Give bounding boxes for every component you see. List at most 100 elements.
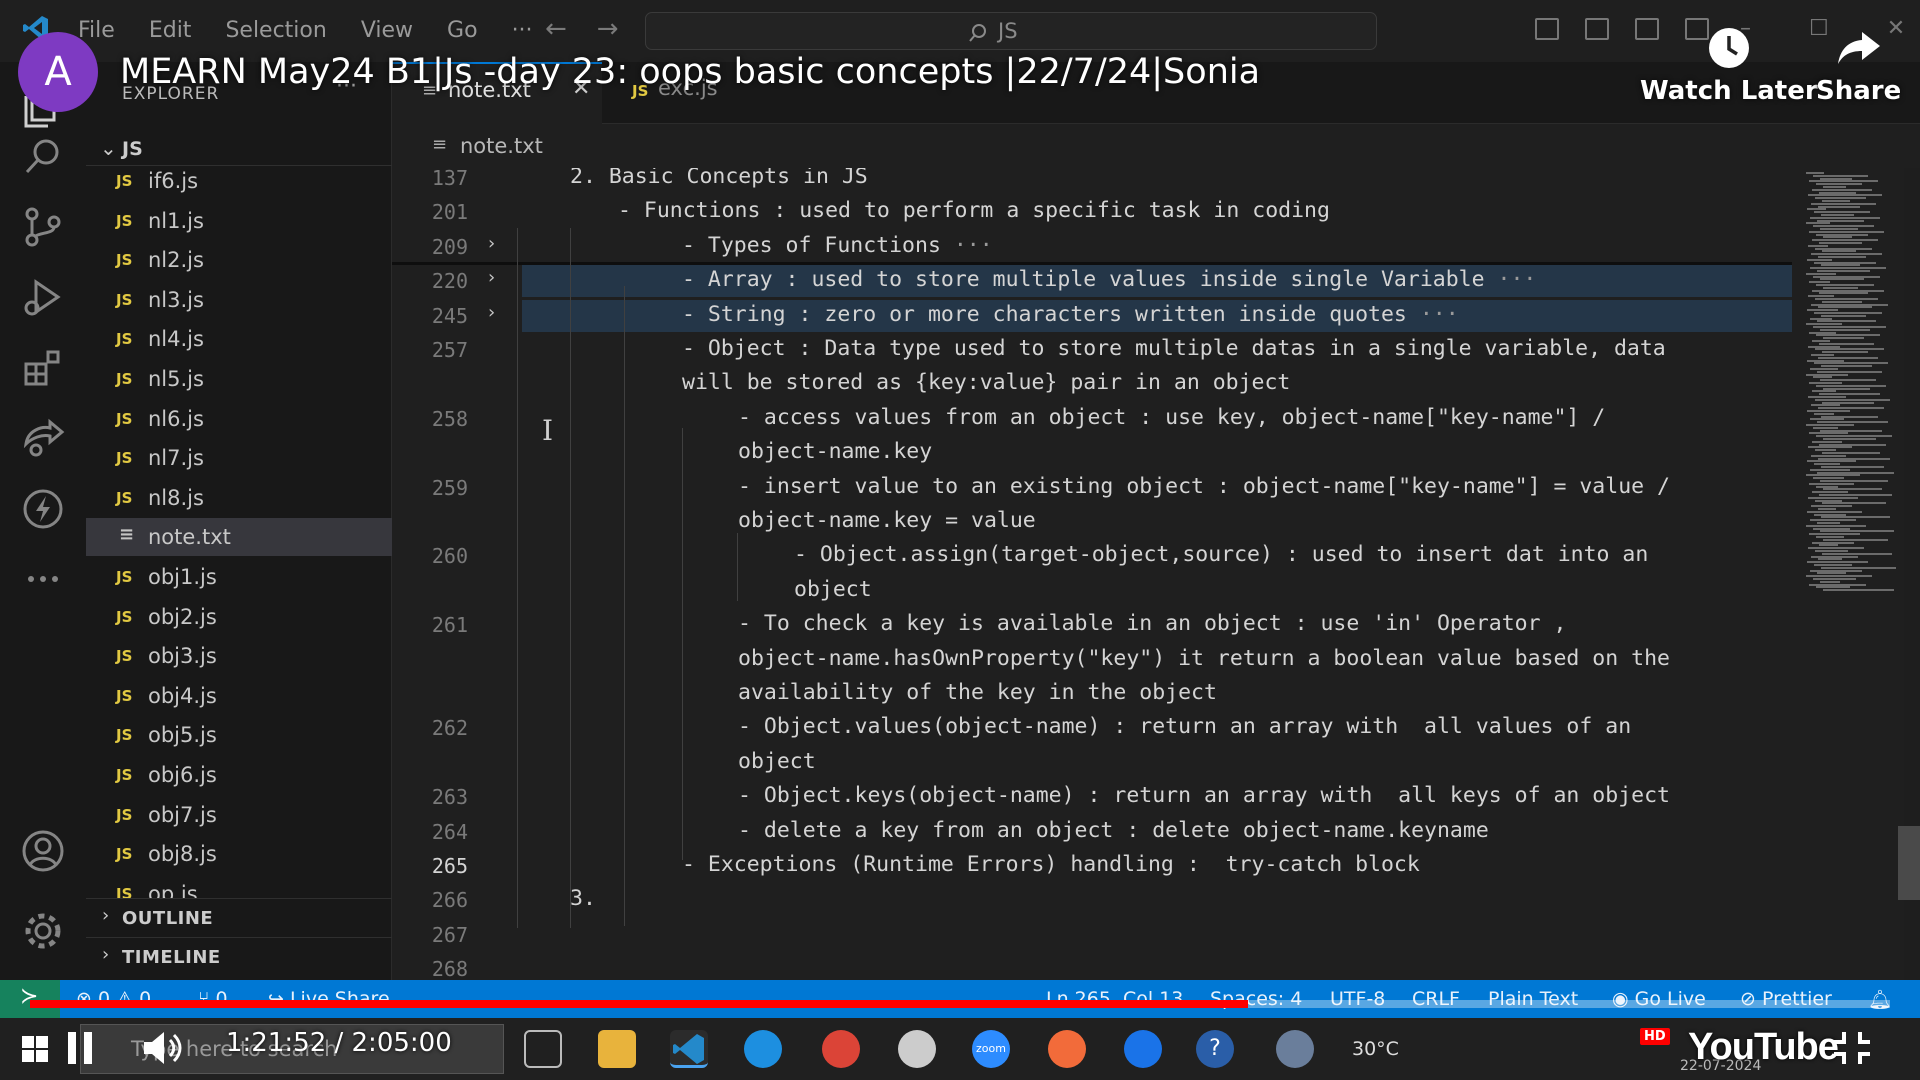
code-line[interactable]: 137 2. Basic Concepts in JS [392,168,1792,192]
run-debug-icon[interactable] [20,274,66,320]
code-line[interactable]: 265 - Exceptions (Runtime Errors) handlin… [392,852,1792,880]
folded-ellipsis[interactable]: ··· [954,233,993,258]
toggle-sidebar-icon[interactable] [1535,18,1559,40]
fullscreen-exit-icon[interactable] [1832,1030,1872,1066]
file-item[interactable]: JS nl1.js [86,202,392,240]
help-icon[interactable]: ? [1196,1030,1234,1068]
extensions-icon[interactable] [20,344,66,390]
pause-icon[interactable] [66,1030,96,1066]
zoom-icon[interactable]: zoom [972,1030,1010,1068]
menu-go[interactable]: Go [447,18,478,43]
file-item[interactable]: JS obj7.js [86,796,392,834]
file-item[interactable]: JS obj8.js [86,835,392,873]
code-line[interactable]: 201 - Functions : used to perform a speci… [392,198,1792,226]
windows-start-icon[interactable] [22,1036,48,1062]
file-item[interactable]: JS nl3.js [86,281,392,319]
vscode-taskbar-icon[interactable] [670,1030,708,1068]
file-item[interactable]: JS obj3.js [86,637,392,675]
fold-chevron-icon[interactable]: › [486,267,497,288]
video-title[interactable]: MEARN May24 B1|Js -day 23: oops basic co… [120,52,1260,92]
drawing-app-icon[interactable] [1048,1030,1086,1068]
file-item[interactable]: JS nl2.js [86,241,392,279]
file-item[interactable]: JS obj1.js [86,558,392,596]
file-item[interactable]: JS obj6.js [86,756,392,794]
file-item[interactable]: JS nl4.js [86,320,392,358]
breadcrumb-file[interactable]: note.txt [460,134,543,158]
app-shield-icon[interactable] [898,1030,936,1068]
code-line[interactable]: 266 3. [392,886,1792,914]
toggle-panel-icon[interactable] [1585,18,1609,40]
lightning-icon[interactable] [20,486,66,532]
edge-browser-icon[interactable] [744,1030,782,1068]
file-item[interactable]: JS nl5.js [86,360,392,398]
video-progress-bar[interactable] [30,1000,1890,1008]
minimap-line [1816,536,1844,538]
code-line[interactable]: 263 - Object.keys(object-name) : return a… [392,783,1792,811]
code-line[interactable]: availability of the key in the object [392,680,1792,708]
live-share-icon[interactable] [20,414,66,460]
code-line[interactable]: 259 - insert value to an existing object … [392,474,1792,502]
outline-section[interactable]: › OUTLINE [86,898,392,936]
settings-gear-icon[interactable] [20,908,66,954]
file-item[interactable]: JS obj5.js [86,716,392,754]
file-item[interactable]: JS nl6.js [86,400,392,438]
fold-chevron-icon[interactable]: › [486,233,497,254]
fold-chevron-icon[interactable]: › [486,302,497,323]
file-item[interactable]: JS obj2.js [86,598,392,636]
code-line[interactable]: object-name.key = value [392,508,1792,536]
menu-more[interactable]: ··· [512,18,533,43]
code-line[interactable]: 268 [392,955,1792,980]
code-line[interactable]: object [392,749,1792,777]
file-explorer-icon[interactable] [598,1030,636,1068]
volume-icon[interactable] [140,1026,184,1070]
file-item[interactable]: ≡ note.txt [86,518,392,557]
folded-ellipsis[interactable]: ··· [1498,267,1537,292]
file-item[interactable]: JS obj4.js [86,677,392,715]
code-line[interactable]: 209 › - Types of Functions ··· [392,233,1792,261]
youtube-logo[interactable]: YouTube [1688,1026,1839,1069]
menu-edit[interactable]: Edit [149,18,192,43]
file-item[interactable]: JS op.js [86,875,392,898]
task-view-icon[interactable] [524,1030,562,1068]
code-line[interactable]: 258 - access values from an object : use … [392,405,1792,433]
command-center-search[interactable]: JS [645,12,1377,50]
source-control-icon[interactable] [20,204,66,250]
code-editor[interactable]: I 137 2. Basic Concepts in JS 201- Functio… [392,168,1800,980]
folded-ellipsis[interactable]: ··· [1420,302,1459,327]
timeline-section[interactable]: › TIMELINE [86,937,392,975]
code-line[interactable]: object [392,577,1792,605]
code-line[interactable]: 220 › - Array : used to store multiple val… [392,267,1792,295]
share-button[interactable]: Share [1816,26,1901,106]
folder-js[interactable]: ⌄ JS [86,132,392,166]
channel-avatar[interactable]: A [18,32,98,112]
code-line[interactable]: object-name.key [392,439,1792,467]
file-item[interactable]: JS nl8.js [86,479,392,517]
file-item[interactable]: JS nl7.js [86,439,392,477]
minimap[interactable] [1800,168,1904,980]
more-views-icon[interactable] [20,556,66,602]
menu-view[interactable]: View [361,18,413,43]
code-line[interactable]: object-name.hasOwnProperty("key") it ret… [392,646,1792,674]
code-line[interactable]: 261 - To check a key is available in an o… [392,611,1792,639]
minimap-line [1806,272,1836,275]
back-arrow-icon[interactable]: ← [545,14,567,44]
menu-selection[interactable]: Selection [225,18,326,43]
code-line[interactable]: 267 [392,921,1792,949]
accounts-icon[interactable] [20,828,66,874]
code-line[interactable]: 264 - delete a key from an object : delet… [392,818,1792,846]
chrome-icon[interactable] [822,1030,860,1068]
search-activity-icon[interactable] [20,134,66,180]
chrome-profile-icon[interactable] [1124,1030,1162,1068]
code-line[interactable]: will be stored as {key:value} pair in an… [392,370,1792,398]
remote-indicator[interactable]: ≻ [0,980,60,1018]
forward-arrow-icon[interactable]: → [597,14,619,44]
weather-icon[interactable] [1276,1030,1314,1068]
vertical-scrollbar[interactable] [1898,826,1920,900]
code-line[interactable]: 245 › - String : zero or more characters w… [392,302,1792,330]
code-line[interactable]: 260 - Object.assign(target-object,source)… [392,542,1792,570]
file-item[interactable]: JS if6.js [86,162,392,200]
watch-later-button[interactable]: Watch Later [1640,26,1818,106]
menu-file[interactable]: File [78,18,115,43]
code-line[interactable]: 262 - Object.values(object-name) : return… [392,714,1792,742]
code-line[interactable]: 257 - Object : Data type used to store mu… [392,336,1792,364]
